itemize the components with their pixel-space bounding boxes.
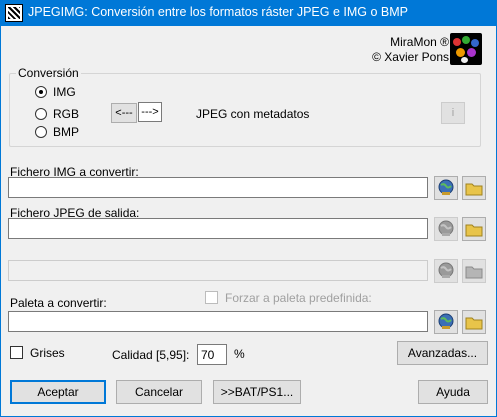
radio-bmp-label: BMP xyxy=(53,125,80,139)
palette-field[interactable] xyxy=(8,311,428,332)
palette-browse-button[interactable] xyxy=(462,310,486,334)
input-file-field[interactable] xyxy=(8,177,428,198)
folder-icon xyxy=(465,224,483,237)
input-file-browse-button[interactable] xyxy=(462,176,486,200)
radio-img-dot[interactable] xyxy=(35,86,47,98)
miramon-logo-icon xyxy=(450,33,482,65)
advanced-button[interactable]: Avanzadas... xyxy=(397,341,488,365)
globe-icon xyxy=(438,179,454,195)
folder-icon xyxy=(465,266,483,279)
force-palette-checkbox[interactable] xyxy=(205,291,218,304)
output-file-browse-button[interactable] xyxy=(462,217,486,241)
app-icon[interactable] xyxy=(5,4,23,22)
conversion-group-label: Conversión xyxy=(16,66,81,80)
radio-img[interactable]: IMG xyxy=(35,85,95,100)
bat-ps1-button[interactable]: >>BAT/PS1... xyxy=(213,380,301,404)
window-title: JPEGIMG: Conversión entre los formatos r… xyxy=(28,5,408,19)
radio-img-label: IMG xyxy=(53,85,76,99)
radio-rgb-label: RGB xyxy=(53,107,80,121)
accept-button[interactable]: Aceptar xyxy=(10,380,106,404)
direction-left-button[interactable]: <--- xyxy=(111,103,137,123)
direction-right-button[interactable]: ---> xyxy=(138,102,162,122)
radio-rgb[interactable]: RGB xyxy=(35,107,95,122)
info-button[interactable]: i xyxy=(441,102,465,124)
help-button[interactable]: Ayuda xyxy=(418,380,488,404)
grayscale-checkbox[interactable] xyxy=(10,346,23,359)
extra-file-field[interactable] xyxy=(8,260,428,281)
quality-unit: % xyxy=(234,347,245,361)
globe-icon xyxy=(438,313,454,329)
output-file-browse-server-button[interactable] xyxy=(434,217,458,241)
quality-label: Calidad [5,95]: xyxy=(112,348,190,362)
title-bar[interactable]: JPEGIMG: Conversión entre los formatos r… xyxy=(0,0,497,26)
extra-file-browse-button[interactable] xyxy=(462,259,486,283)
brand-name: MiraMon ® xyxy=(390,35,449,49)
output-file-field[interactable] xyxy=(8,218,428,239)
globe-icon xyxy=(438,262,454,278)
brand-block: MiraMon ® © Xavier Pons xyxy=(372,35,449,65)
folder-icon xyxy=(465,183,483,196)
brand-copyright: © Xavier Pons xyxy=(372,50,449,64)
cancel-button[interactable]: Cancelar xyxy=(116,380,202,404)
palette-label: Paleta a convertir: xyxy=(10,296,107,310)
force-palette-label: Forzar a paleta predefinida: xyxy=(225,291,372,305)
quality-input[interactable]: 70 xyxy=(197,344,227,365)
input-file-browse-server-button[interactable] xyxy=(434,176,458,200)
palette-browse-server-button[interactable] xyxy=(434,310,458,334)
globe-icon xyxy=(438,220,454,236)
radio-rgb-dot[interactable] xyxy=(35,108,47,120)
extra-file-browse-server-button[interactable] xyxy=(434,259,458,283)
grayscale-label: Grises xyxy=(30,346,65,360)
folder-icon xyxy=(465,317,483,330)
radio-bmp-dot[interactable] xyxy=(35,126,47,138)
radio-bmp[interactable]: BMP xyxy=(35,125,95,140)
direction-text: JPEG con metadatos xyxy=(196,107,310,121)
